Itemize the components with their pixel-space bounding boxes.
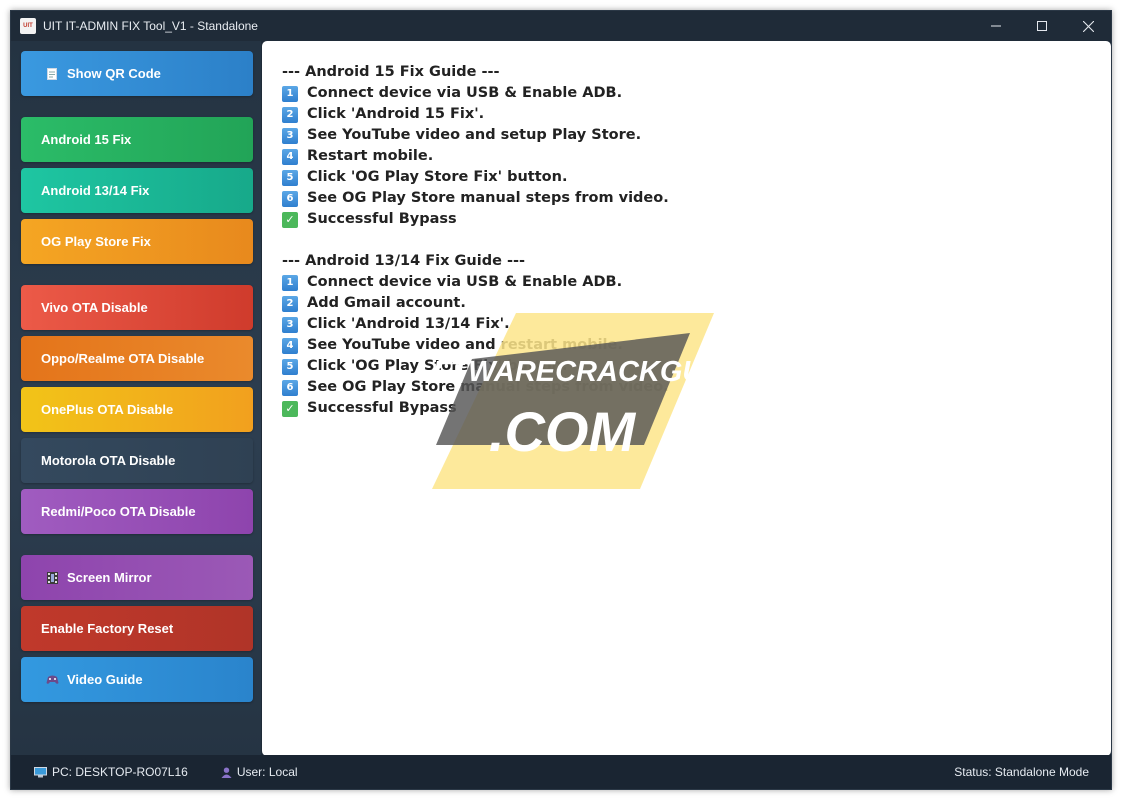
guide-success: ✓ Successful Bypass bbox=[282, 209, 669, 230]
guide-step: 5 Click 'OG Play Store Fix' button. bbox=[282, 356, 669, 377]
step-number-badge: 2 bbox=[282, 295, 298, 312]
button-label: Enable Factory Reset bbox=[41, 621, 174, 636]
button-label: Show QR Code bbox=[67, 66, 161, 81]
check-mark-icon: ✓ bbox=[282, 211, 298, 228]
guide-step: 3 Click 'Android 13/14 Fix'. bbox=[282, 314, 669, 335]
step-number-badge: 4 bbox=[282, 337, 298, 354]
success-text: Successful Bypass bbox=[307, 400, 457, 416]
guide-step: 4 See YouTube video and restart mobile. bbox=[282, 335, 669, 356]
button-label: Android 13/14 Fix bbox=[41, 183, 150, 198]
step-text: Add Gmail account. bbox=[307, 295, 466, 311]
step-number-badge: 2 bbox=[282, 106, 298, 123]
user-status: User: Local bbox=[221, 765, 298, 779]
step-number-badge: 6 bbox=[282, 379, 298, 396]
minimize-button[interactable] bbox=[973, 11, 1019, 41]
android-13-14-fix-button[interactable]: Android 13/14 Fix bbox=[21, 168, 253, 213]
video-guide-button[interactable]: Video Guide bbox=[21, 657, 253, 702]
guide-text: --- Android 15 Fix Guide --- 1 Connect de… bbox=[282, 62, 669, 419]
guide-step: 3 See YouTube video and setup Play Store. bbox=[282, 125, 669, 146]
step-text: Connect device via USB & Enable ADB. bbox=[307, 274, 623, 290]
guide-step: 1 Connect device via USB & Enable ADB. bbox=[282, 83, 669, 104]
enable-factory-reset-button[interactable]: Enable Factory Reset bbox=[21, 606, 253, 651]
step-text: See OG Play Store manual steps from vide… bbox=[307, 190, 669, 206]
step-number-badge: 1 bbox=[282, 274, 298, 291]
step-text: Restart mobile. bbox=[307, 148, 434, 164]
step-number-badge: 3 bbox=[282, 127, 298, 144]
status-bar: PC: DESKTOP-RO07L16 User: Local Status: … bbox=[11, 755, 1111, 789]
og-play-store-fix-button[interactable]: OG Play Store Fix bbox=[21, 219, 253, 264]
android-15-fix-button[interactable]: Android 15 Fix bbox=[21, 117, 253, 162]
button-label: Vivo OTA Disable bbox=[41, 300, 148, 315]
pc-name-text: PC: DESKTOP-RO07L16 bbox=[52, 765, 188, 779]
guide-success: ✓ Successful Bypass bbox=[282, 398, 669, 419]
film-icon bbox=[44, 571, 60, 584]
step-text: Click 'Android 15 Fix'. bbox=[307, 106, 485, 122]
user-text: User: Local bbox=[236, 765, 298, 779]
check-mark-icon: ✓ bbox=[282, 400, 298, 417]
step-text: Click 'OG Play Store Fix' button. bbox=[307, 358, 568, 374]
motorola-ota-disable-button[interactable]: Motorola OTA Disable bbox=[21, 438, 253, 483]
guide-step: 2 Click 'Android 15 Fix'. bbox=[282, 104, 669, 125]
step-text: See YouTube video and restart mobile. bbox=[307, 337, 623, 353]
document-icon bbox=[44, 67, 60, 80]
button-label: Motorola OTA Disable bbox=[41, 453, 176, 468]
window-title: UIT IT-ADMIN FIX Tool_V1 - Standalone bbox=[43, 19, 258, 33]
mode-text: Status: Standalone Mode bbox=[954, 765, 1089, 779]
step-number-badge: 1 bbox=[282, 85, 298, 102]
vivo-ota-disable-button[interactable]: Vivo OTA Disable bbox=[21, 285, 253, 330]
step-number-badge: 4 bbox=[282, 148, 298, 165]
guide-step: 5 Click 'OG Play Store Fix' button. bbox=[282, 167, 669, 188]
title-bar[interactable]: UIT UIT IT-ADMIN FIX Tool_V1 - Standalon… bbox=[11, 11, 1111, 41]
computer-icon bbox=[34, 766, 47, 778]
redmi-poco-ota-disable-button[interactable]: Redmi/Poco OTA Disable bbox=[21, 489, 253, 534]
oneplus-ota-disable-button[interactable]: OnePlus OTA Disable bbox=[21, 387, 253, 432]
guide-heading-android-15: --- Android 15 Fix Guide --- bbox=[282, 64, 500, 80]
app-window: UIT UIT IT-ADMIN FIX Tool_V1 - Standalon… bbox=[10, 10, 1112, 790]
step-text: See YouTube video and setup Play Store. bbox=[307, 127, 642, 143]
step-text: Click 'Android 13/14 Fix'. bbox=[307, 316, 510, 332]
step-number-badge: 5 bbox=[282, 358, 298, 375]
step-number-badge: 6 bbox=[282, 190, 298, 207]
close-button[interactable] bbox=[1065, 11, 1111, 41]
success-text: Successful Bypass bbox=[307, 211, 457, 227]
sidebar: Show QR Code Android 15 Fix Android 13/1… bbox=[11, 41, 261, 757]
step-text: Click 'OG Play Store Fix' button. bbox=[307, 169, 568, 185]
screen-mirror-button[interactable]: Screen Mirror bbox=[21, 555, 253, 600]
guide-step: 6 See OG Play Store manual steps from vid… bbox=[282, 377, 669, 398]
step-number-badge: 3 bbox=[282, 316, 298, 333]
button-label: Screen Mirror bbox=[67, 570, 152, 585]
app-logo-icon: UIT bbox=[20, 18, 36, 34]
guide-step: 1 Connect device via USB & Enable ADB. bbox=[282, 272, 669, 293]
close-icon bbox=[1082, 20, 1094, 32]
step-text: See OG Play Store manual steps from vide… bbox=[307, 379, 669, 395]
button-label: OG Play Store Fix bbox=[41, 234, 151, 249]
guide-step: 2 Add Gmail account. bbox=[282, 293, 669, 314]
minimize-icon bbox=[991, 25, 1001, 27]
oppo-realme-ota-disable-button[interactable]: Oppo/Realme OTA Disable bbox=[21, 336, 253, 381]
maximize-icon bbox=[1037, 21, 1047, 31]
user-icon bbox=[221, 767, 232, 778]
step-text: Connect device via USB & Enable ADB. bbox=[307, 85, 623, 101]
show-qr-code-button[interactable]: Show QR Code bbox=[21, 51, 253, 96]
guide-heading-android-13-14: --- Android 13/14 Fix Guide --- bbox=[282, 253, 526, 269]
guide-panel[interactable]: --- Android 15 Fix Guide --- 1 Connect de… bbox=[262, 41, 1111, 756]
button-label: Android 15 Fix bbox=[41, 132, 132, 147]
pc-status: PC: DESKTOP-RO07L16 bbox=[34, 765, 188, 779]
button-label: Oppo/Realme OTA Disable bbox=[41, 351, 205, 366]
mode-status: Status: Standalone Mode bbox=[954, 765, 1089, 779]
maximize-button[interactable] bbox=[1019, 11, 1065, 41]
step-number-badge: 5 bbox=[282, 169, 298, 186]
gamepad-icon bbox=[44, 674, 60, 685]
button-label: Video Guide bbox=[67, 672, 143, 687]
guide-step: 4 Restart mobile. bbox=[282, 146, 669, 167]
button-label: OnePlus OTA Disable bbox=[41, 402, 174, 417]
button-label: Redmi/Poco OTA Disable bbox=[41, 504, 196, 519]
guide-step: 6 See OG Play Store manual steps from vid… bbox=[282, 188, 669, 209]
